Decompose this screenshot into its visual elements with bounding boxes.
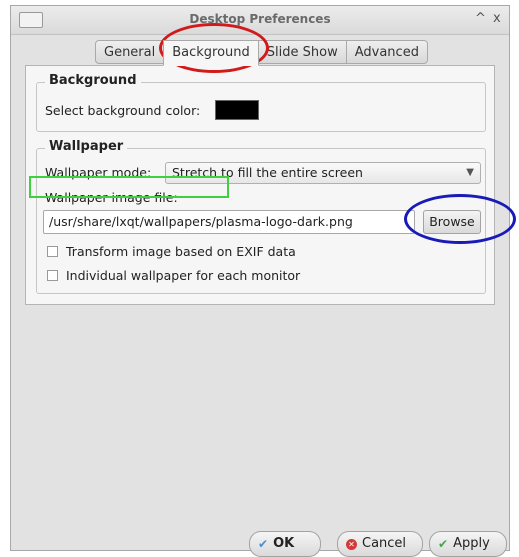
per-monitor-label: Individual wallpaper for each monitor	[66, 268, 301, 283]
wallpaper-group-title: Wallpaper	[45, 139, 128, 154]
apply-label: Apply	[453, 536, 490, 551]
cancel-button[interactable]: ✕ Cancel	[337, 531, 423, 557]
exif-checkbox[interactable]	[47, 246, 58, 257]
per-monitor-option[interactable]: Individual wallpaper for each monitor	[47, 268, 300, 283]
chevron-down-icon: ▼	[466, 167, 474, 178]
background-group: Background Select background color:	[36, 73, 486, 132]
exif-label: Transform image based on EXIF data	[66, 244, 296, 259]
cancel-label: Cancel	[362, 536, 407, 551]
preferences-window: Desktop Preferences ^ x General Backgrou…	[10, 5, 510, 557]
background-group-title: Background	[45, 73, 141, 88]
collapse-icon[interactable]: ^	[475, 11, 486, 26]
ok-button[interactable]: ✔ OK	[249, 531, 321, 557]
tab-slide-show[interactable]: Slide Show	[257, 40, 347, 64]
background-color-label: Select background color:	[45, 103, 201, 118]
highlight-ellipse-browse	[404, 194, 516, 244]
highlight-box-wallpaper-file	[29, 176, 229, 198]
close-icon[interactable]: x	[493, 11, 501, 26]
title-bar: Desktop Preferences ^ x	[11, 6, 509, 35]
window-title: Desktop Preferences	[189, 12, 331, 26]
exif-option[interactable]: Transform image based on EXIF data	[47, 244, 296, 259]
per-monitor-checkbox[interactable]	[47, 270, 58, 281]
background-color-button[interactable]	[215, 100, 259, 120]
checkmark-icon: ✔	[258, 537, 269, 551]
tab-general[interactable]: General	[95, 40, 165, 64]
tab-background[interactable]: Background	[163, 40, 259, 66]
apply-button[interactable]: ✔ Apply	[429, 531, 507, 557]
tab-advanced[interactable]: Advanced	[345, 40, 428, 64]
cancel-icon: ✕	[346, 538, 357, 550]
checkmark-icon: ✔	[438, 537, 449, 551]
wallpaper-file-field[interactable]: /usr/share/lxqt/wallpapers/plasma-logo-d…	[43, 210, 415, 234]
ok-label: OK	[273, 536, 295, 551]
